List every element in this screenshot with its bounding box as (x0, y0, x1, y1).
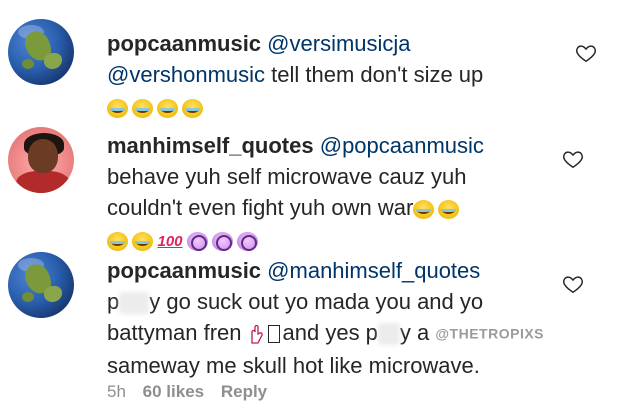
comment-body: behave yuh self microwave cauz yuh (107, 164, 467, 189)
comment-meta: 5h 60 likes Reply (107, 382, 267, 402)
avatar-head (28, 139, 58, 173)
heart-icon[interactable] (562, 273, 584, 295)
comment-text: popcaanmusic @manhimself_quotes p y go su… (107, 255, 544, 381)
avatar-body (16, 171, 70, 193)
heart-icon[interactable] (562, 148, 584, 170)
dizzy-face-emoji-icon (212, 232, 233, 252)
censored-text (119, 292, 150, 315)
emoji-row: 100 (107, 225, 262, 256)
avatar-land (44, 286, 62, 302)
avatar-popcaanmusic[interactable] (8, 19, 74, 85)
comment-mention[interactable]: @versimusicja (267, 31, 410, 56)
likes-count-link[interactable]: 60 likes (143, 382, 204, 401)
hand-emoji-icon (250, 325, 263, 344)
tears-of-joy-emoji-icon (413, 199, 435, 219)
unknown-character-icon (267, 325, 280, 344)
avatar-popcaanmusic[interactable] (8, 252, 74, 318)
emoji-row (107, 92, 207, 123)
comment-mention[interactable]: @vershonmusic (107, 62, 265, 87)
comment-mention[interactable]: @manhimself_quotes (267, 258, 480, 283)
comment-username[interactable]: popcaanmusic (107, 31, 261, 56)
comment-text: popcaanmusic @versimusicja @vershonmusic… (107, 28, 483, 123)
tears-of-joy-emoji-icon (438, 199, 460, 219)
comment-mention[interactable]: @popcaanmusic (320, 133, 484, 158)
avatar-land (22, 292, 34, 302)
comment-username[interactable]: manhimself_quotes (107, 133, 314, 158)
comment-body: tell them don't size up (265, 62, 484, 87)
avatar-land (22, 59, 34, 69)
heart-icon[interactable] (575, 42, 597, 64)
comment-body: p (107, 289, 120, 314)
tears-of-joy-emoji-icon (157, 99, 178, 119)
comment-username[interactable]: popcaanmusic (107, 258, 261, 283)
comment-timestamp: 5h (107, 382, 126, 401)
tears-of-joy-emoji-icon (107, 99, 128, 119)
comment-body: and yes p (282, 320, 378, 345)
avatar-manhimself-quotes[interactable] (8, 127, 74, 193)
tears-of-joy-emoji-icon (182, 99, 203, 119)
hundred-points-emoji-icon: 100 (157, 233, 183, 251)
tears-of-joy-emoji-icon (107, 232, 128, 252)
tears-of-joy-emoji-icon (132, 99, 153, 119)
comment-body: y a (399, 320, 430, 345)
dizzy-face-emoji-icon (187, 232, 208, 252)
comment-body: sameway me skull hot like microwave. (107, 352, 480, 378)
censored-text (377, 323, 400, 346)
dizzy-face-emoji-icon (237, 232, 258, 252)
tears-of-joy-emoji-icon (132, 232, 153, 252)
avatar-land (44, 53, 62, 69)
reply-button[interactable]: Reply (221, 382, 267, 401)
comment-text: manhimself_quotes @popcaanmusic behave y… (107, 130, 484, 256)
comment-body: couldn't even fight yuh own war (107, 195, 414, 220)
comment-body: y go suck out yo mada you and yo (149, 289, 484, 314)
comment-body: battyman fren (107, 320, 242, 345)
watermark: @THETROPIXS (435, 325, 545, 342)
